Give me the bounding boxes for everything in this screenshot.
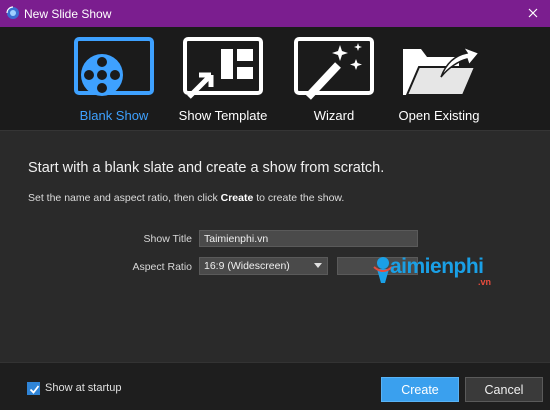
show-template-icon bbox=[181, 35, 265, 108]
mode-label-blank-show: Blank Show bbox=[79, 108, 149, 123]
footer: Show at startup Create Cancel bbox=[0, 362, 550, 410]
mode-open-existing[interactable]: Open Existing bbox=[393, 27, 485, 130]
mode-label-show-template: Show Template bbox=[178, 108, 268, 123]
create-button[interactable]: Create bbox=[381, 377, 459, 402]
aspect-ratio-value: 16:9 (Widescreen) bbox=[204, 260, 290, 272]
show-at-startup-label: Show at startup bbox=[45, 382, 122, 394]
cancel-button[interactable]: Cancel bbox=[465, 377, 543, 402]
aspect-ratio-select[interactable]: 16:9 (Widescreen) bbox=[199, 257, 328, 275]
instruction-text: Set the name and aspect ratio, then clic… bbox=[28, 192, 345, 204]
mode-wizard[interactable]: Wizard bbox=[290, 27, 378, 130]
show-at-startup-checkbox[interactable] bbox=[27, 382, 40, 395]
headline: Start with a blank slate and create a sh… bbox=[28, 160, 385, 176]
aspect-ratio-label: Aspect Ratio bbox=[132, 261, 192, 273]
watermark: aimienphi .vn bbox=[372, 253, 512, 287]
app-logo-icon bbox=[6, 6, 20, 23]
window-title: New Slide Show bbox=[24, 7, 112, 21]
mode-label-open-existing: Open Existing bbox=[398, 108, 480, 123]
chevron-down-icon bbox=[314, 263, 322, 268]
open-existing-icon bbox=[397, 35, 481, 108]
watermark-sub: .vn bbox=[478, 277, 492, 287]
blank-show-icon bbox=[72, 35, 156, 108]
main-panel: Start with a blank slate and create a sh… bbox=[0, 130, 550, 362]
mode-label-wizard: Wizard bbox=[313, 108, 355, 123]
close-icon bbox=[528, 8, 538, 18]
title-bar: New Slide Show bbox=[0, 0, 550, 27]
mode-blank-show[interactable]: Blank Show bbox=[70, 27, 158, 130]
checkmark-icon bbox=[29, 385, 40, 394]
close-button[interactable] bbox=[522, 3, 544, 23]
mode-show-template[interactable]: Show Template bbox=[177, 27, 269, 130]
wizard-icon bbox=[292, 35, 376, 108]
show-title-input[interactable] bbox=[199, 230, 418, 247]
mode-selector: Blank Show Show Template Wizard Open Exi… bbox=[0, 27, 550, 130]
show-title-label: Show Title bbox=[143, 233, 192, 245]
watermark-text: aimienphi bbox=[390, 255, 484, 278]
